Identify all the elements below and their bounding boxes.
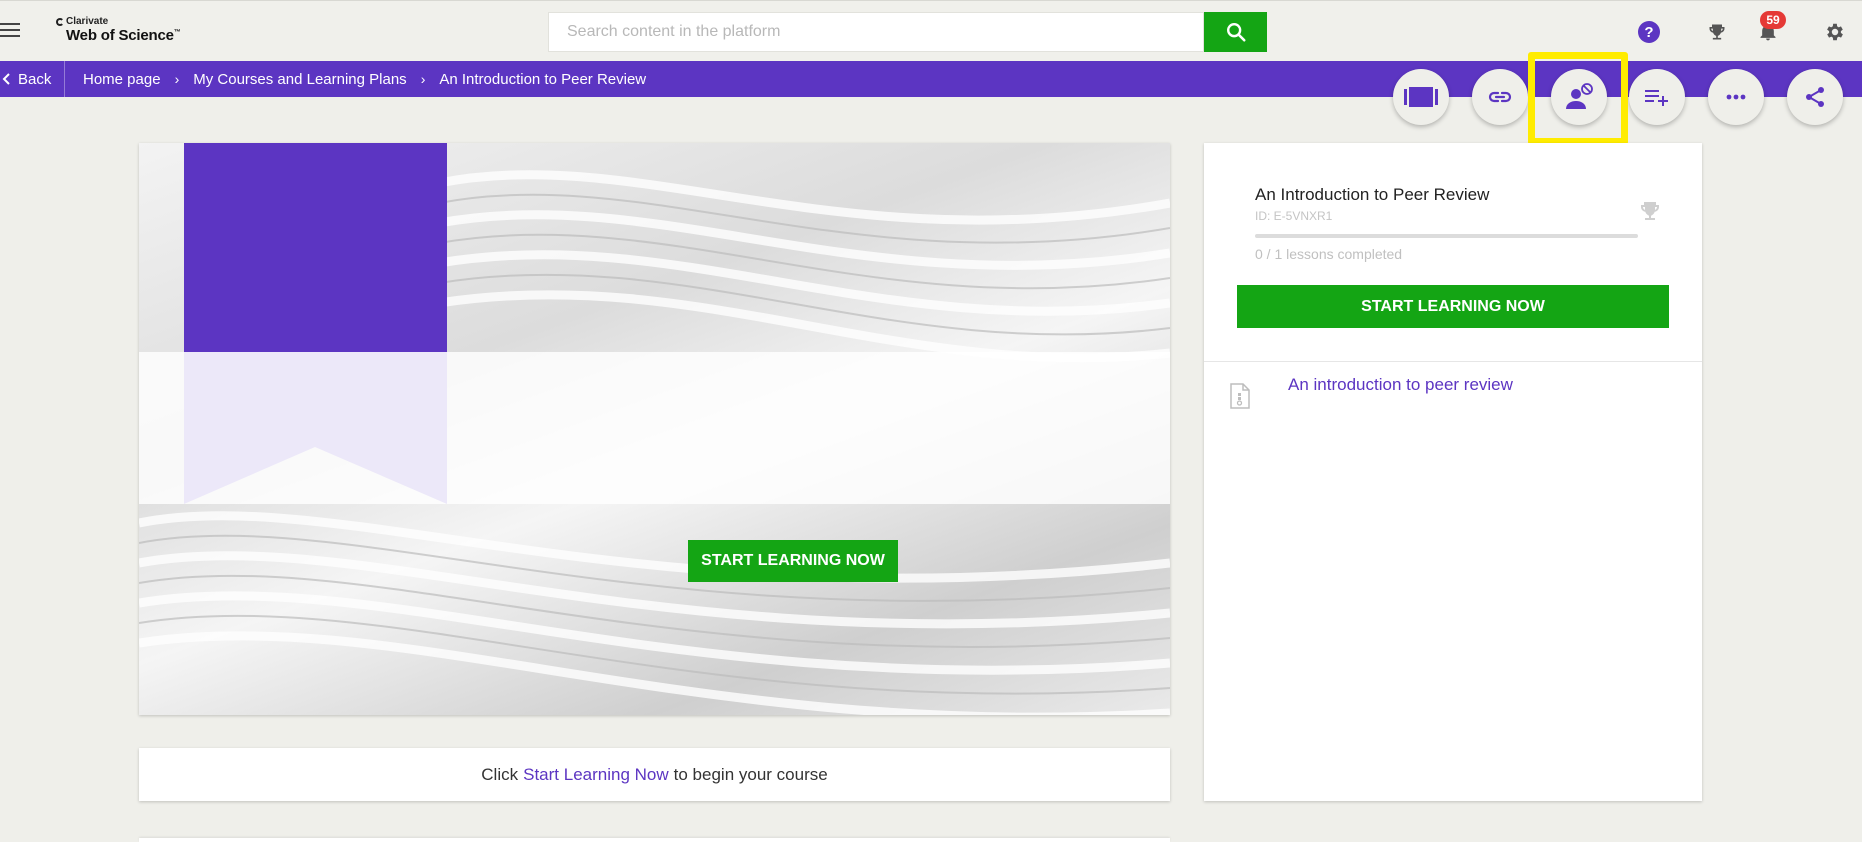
clarivate-mark-icon	[56, 18, 64, 26]
add-to-playlist-button[interactable]	[1629, 69, 1685, 125]
hero-start-learning-button[interactable]: START LEARNING NOW	[688, 540, 898, 582]
search-box	[548, 12, 1204, 52]
copy-link-button[interactable]	[1472, 69, 1528, 125]
course-trophy	[1638, 199, 1662, 228]
panel-start-learning-button[interactable]: START LEARNING NOW	[1237, 285, 1669, 328]
add-to-playlist-icon	[1645, 90, 1668, 106]
breadcrumb-home[interactable]: Home page	[83, 71, 161, 88]
course-info-panel: An Introduction to Peer Review ID: E-5VN…	[1204, 143, 1702, 801]
lesson-link[interactable]: An introduction to peer review	[1288, 375, 1513, 395]
breadcrumb-separator: ›	[174, 71, 180, 87]
hamburger-menu-icon[interactable]	[0, 23, 20, 39]
more-icon	[1726, 94, 1746, 100]
gear-icon	[1827, 23, 1843, 41]
slideshow-icon	[1404, 87, 1438, 107]
course-instructions: Click Start Learning Now to begin your c…	[139, 748, 1170, 801]
trophy-icon	[1709, 24, 1725, 40]
settings-button[interactable]	[1822, 19, 1848, 45]
caption-prefix: Click	[481, 764, 519, 784]
help-icon: ?	[1638, 21, 1660, 43]
course-id: ID: E-5VNXR1	[1255, 209, 1333, 223]
divider	[1204, 361, 1702, 362]
back-button[interactable]: Back	[0, 61, 65, 97]
more-options-button[interactable]	[1708, 69, 1764, 125]
unenroll-user-icon	[1566, 83, 1593, 109]
logo-product: Web of Science	[66, 27, 174, 44]
caption-suffix: to begin your course	[673, 764, 828, 784]
app-logo[interactable]: Clarivate Web of Science™	[56, 17, 181, 43]
search-button[interactable]	[1204, 12, 1267, 52]
share-button[interactable]	[1787, 69, 1843, 125]
help-button[interactable]: ?	[1636, 19, 1662, 45]
lesson-document-icon	[1230, 383, 1250, 414]
course-hero-image: START LEARNING NOW	[139, 143, 1170, 715]
next-section-edge	[139, 838, 1170, 842]
logo-company: Clarivate	[66, 16, 109, 27]
slideshow-button[interactable]	[1393, 69, 1449, 125]
breadcrumb-current-course: An Introduction to Peer Review	[439, 70, 647, 88]
search-icon	[1226, 23, 1246, 42]
top-bar: Clarivate Web of Science™ ? 59	[0, 0, 1862, 61]
breadcrumb-separator: ›	[420, 71, 426, 87]
trophy-icon	[1641, 202, 1659, 220]
achievements-button[interactable]	[1704, 19, 1730, 45]
chevron-left-icon	[2, 73, 10, 85]
search-input[interactable]	[549, 13, 1203, 51]
link-icon	[1488, 91, 1512, 103]
course-progress-text: 0 / 1 lessons completed	[1255, 246, 1403, 262]
back-label: Back	[18, 70, 52, 88]
bookmark-ribbon	[184, 143, 447, 352]
course-progress-bar	[1255, 234, 1638, 238]
share-icon	[1806, 87, 1824, 107]
bookmark-ribbon-tail	[184, 352, 447, 504]
logo-trademark: ™	[173, 29, 181, 36]
breadcrumb-my-courses[interactable]: My Courses and Learning Plans	[193, 71, 406, 88]
notification-badge: 59	[1760, 11, 1786, 29]
unenroll-button[interactable]	[1551, 69, 1607, 125]
caption-start-learning-link[interactable]: Start Learning Now	[523, 765, 669, 785]
course-title: An Introduction to Peer Review	[1255, 185, 1490, 204]
breadcrumb: Home page › My Courses and Learning Plan…	[83, 61, 646, 97]
